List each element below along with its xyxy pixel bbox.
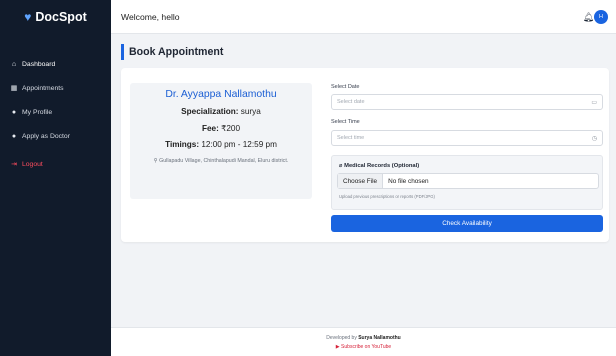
page-title: Book Appointment [121,44,223,60]
heart-icon: ♥ [24,10,32,24]
doctor-timings: Timings: 12:00 pm - 12:59 pm [130,140,312,149]
sidebar-item-my-profile[interactable]: ● My Profile [0,100,111,124]
sidebar-item-apply-as-doctor[interactable]: ● Apply as Doctor [0,124,111,148]
developer-name: Surya Nallamothu [358,335,401,341]
specialization-value: surya [240,107,261,116]
paperclip-icon: ⌀ [339,163,343,169]
youtube-icon: ▶ [335,344,340,350]
avatar[interactable]: H [594,10,608,24]
date-input[interactable]: Select date ▭ [331,94,603,110]
sidebar-item-label: Apply as Doctor [22,132,70,140]
user-icon: ● [11,108,17,116]
location-pin-icon: ⚲ [153,158,158,164]
brand-name: DocSpot [35,10,87,24]
calendar-icon: ▦ [10,85,18,92]
timings-value: 12:00 pm - 12:59 pm [201,140,277,149]
sidebar-item-label: Logout [22,160,43,168]
timings-label: Timings: [165,140,200,149]
doctor-fee: Fee: ₹200 [130,123,312,133]
sidebar: ♥ DocSpot ⌂ Dashboard ▦ Appointments ● M… [0,0,111,356]
fee-label: Fee: [202,124,219,133]
doctor-name: Dr. Ayyappa Nallamothu [165,89,277,100]
sidebar-item-label: Dashboard [22,60,56,68]
date-placeholder: Select date [337,99,365,105]
footer-credit: Developed by Surya Nallamothu [111,335,616,341]
sidebar-item-dashboard[interactable]: ⌂ Dashboard [0,52,111,76]
user-plus-icon: ● [11,132,17,140]
medical-records-help: Upload previous prescriptions or reports… [339,194,435,199]
time-placeholder: Select time [337,135,365,141]
logout-icon: ⇥ [11,161,17,168]
developed-by-text: Developed by [326,335,357,341]
specialization-label: Specialization: [181,107,239,116]
address-text: Gullapadu Village, Chinthalapudi Mandal,… [159,158,289,164]
sidebar-item-appointments[interactable]: ▦ Appointments [0,76,111,100]
doctor-info-panel: Dr. Ayyappa Nallamothu Specialization: s… [130,83,312,199]
medical-records-title: ⌀ Medical Records (Optional) [339,163,420,169]
doctor-address: ⚲ Gullapadu Village, Chinthalapudi Manda… [130,158,312,164]
date-label: Select Date [331,84,360,90]
sidebar-item-logout[interactable]: ⇥ Logout [0,152,111,176]
sidebar-item-label: Appointments [22,84,64,92]
footer: Developed by Surya Nallamothu ▶ Subscrib… [111,327,616,356]
welcome-text: Welcome, hello [121,11,180,22]
check-availability-button[interactable]: Check Availability [331,215,603,232]
bell-icon[interactable]: 🔔︎ [583,12,594,23]
choose-file-button[interactable]: Choose File [338,174,384,188]
booking-card: Dr. Ayyappa Nallamothu Specialization: s… [121,68,609,242]
youtube-link[interactable]: ▶ Subscribe on YouTube [111,344,616,350]
sidebar-item-label: My Profile [22,108,53,116]
calendar-icon[interactable]: ▭ [591,99,597,106]
clock-icon[interactable]: ◷ [592,135,597,142]
time-input[interactable]: Select time ◷ [331,130,603,146]
fee-value: ₹200 [221,124,240,133]
file-status: No file chosen [388,177,429,185]
sidebar-nav: ⌂ Dashboard ▦ Appointments ● My Profile … [0,52,111,176]
brand[interactable]: ♥ DocSpot [0,0,111,34]
medical-records-box: ⌀ Medical Records (Optional) Choose File… [331,155,603,210]
home-icon: ⌂ [11,60,17,68]
doctor-specialization: Specialization: surya [130,107,312,116]
top-header: Welcome, hello 🔔︎ H [111,0,616,34]
time-label: Select Time [331,119,360,125]
file-input[interactable]: Choose File No file chosen [337,173,599,189]
